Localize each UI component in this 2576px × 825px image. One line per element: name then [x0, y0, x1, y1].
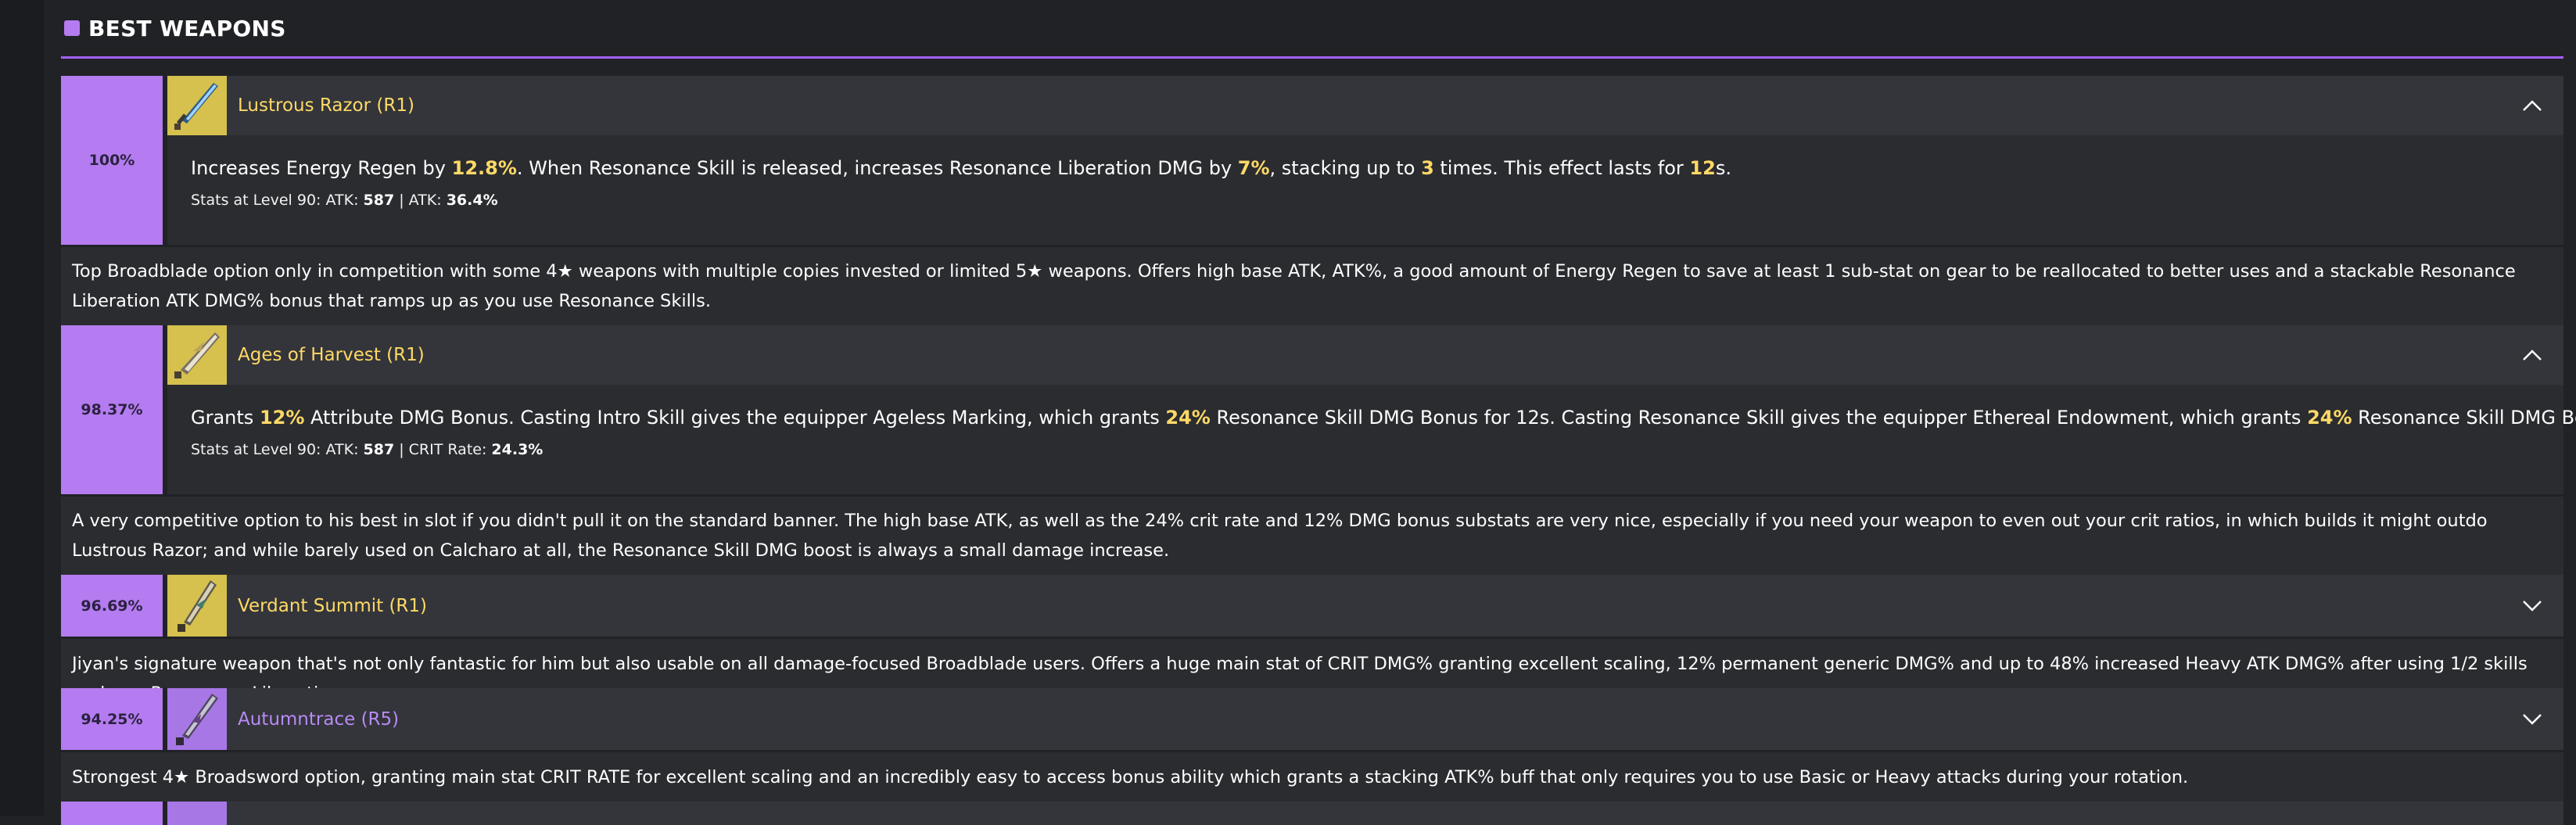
weapon-passive: Grants 12% Attribute DMG Bonus. Casting … [167, 385, 2576, 486]
weapon-header-toggle[interactable]: Ages of Harvest (R1) [167, 325, 2563, 385]
left-gutter [0, 0, 44, 816]
weapon-description: Jiyan's signature weapon that's not only… [61, 637, 2563, 704]
weapon-icon-partial [167, 802, 227, 825]
weapon-stats: Stats at Level 90: ATK: 587 | CRIT Rate:… [191, 441, 544, 458]
weapon-name[interactable]: Autumntrace (R5) [238, 709, 399, 730]
passive-text: Grants 12% Attribute DMG Bonus. Casting … [191, 407, 2576, 429]
weapon-row-verdant-summit: 96.69% Verdant Summit (R1) [61, 575, 2563, 637]
weapon-name[interactable]: Verdant Summit (R1) [238, 596, 427, 616]
weapon-description: A very competitive option to his best in… [61, 494, 2563, 575]
weapon-header-toggle[interactable]: Lustrous Razor (R1) [167, 76, 2563, 135]
broadblade-weapon-icon [167, 688, 227, 750]
weapon-description: Top Broadblade option only in competitio… [61, 245, 2563, 325]
weapon-percent: 96.69% [61, 575, 163, 637]
weapon-header-toggle[interactable]: Autumntrace (R5) [167, 688, 2563, 750]
broadblade-weapon-icon [167, 76, 227, 135]
broadblade-weapon-icon [167, 575, 227, 637]
chevron-down-icon[interactable] [2501, 575, 2563, 637]
weapon-description: Strongest 4★ Broadsword option, granting… [61, 750, 2563, 802]
weapon-header-toggle[interactable]: Verdant Summit (R1) [167, 575, 2563, 637]
best-weapons-section: BEST WEAPONS 100% Lustrous Razor (R1) In… [61, 0, 2576, 825]
weapon-row-lustrous-razor: 100% Lustrous Razor (R1) Increases Energ… [61, 76, 2563, 245]
weapon-percent: 94.25% [61, 688, 163, 750]
weapon-passive: Increases Energy Regen by 12.8%. When Re… [167, 135, 2563, 237]
weapon-row-partial [61, 802, 2563, 825]
chevron-up-icon[interactable] [2501, 76, 2563, 135]
section-header: BEST WEAPONS [61, 0, 2563, 59]
weapons-list: 100% Lustrous Razor (R1) Increases Energ… [61, 76, 2576, 825]
weapon-header-partial[interactable] [167, 802, 2563, 825]
chevron-up-icon[interactable] [2501, 325, 2563, 385]
weapon-row-autumntrace: 94.25% Autumntrace (R5) [61, 688, 2563, 750]
section-marker-icon [64, 20, 80, 36]
weapon-name[interactable]: Ages of Harvest (R1) [238, 345, 425, 365]
weapon-row-ages-of-harvest: 98.37% Ages of Harvest (R1) Grants 12% A… [61, 325, 2576, 494]
chevron-down-icon[interactable] [2501, 688, 2563, 750]
section-title: BEST WEAPONS [88, 15, 286, 41]
passive-text: Increases Energy Regen by 12.8%. When Re… [191, 157, 1731, 179]
weapon-name[interactable]: Lustrous Razor (R1) [238, 95, 414, 116]
broadblade-weapon-icon [167, 325, 227, 385]
weapon-percent: 98.37% [61, 325, 163, 494]
weapon-percent-partial [61, 802, 163, 825]
weapon-percent: 100% [61, 76, 163, 245]
weapon-stats: Stats at Level 90: ATK: 587 | ATK: 36.4% [191, 192, 498, 209]
